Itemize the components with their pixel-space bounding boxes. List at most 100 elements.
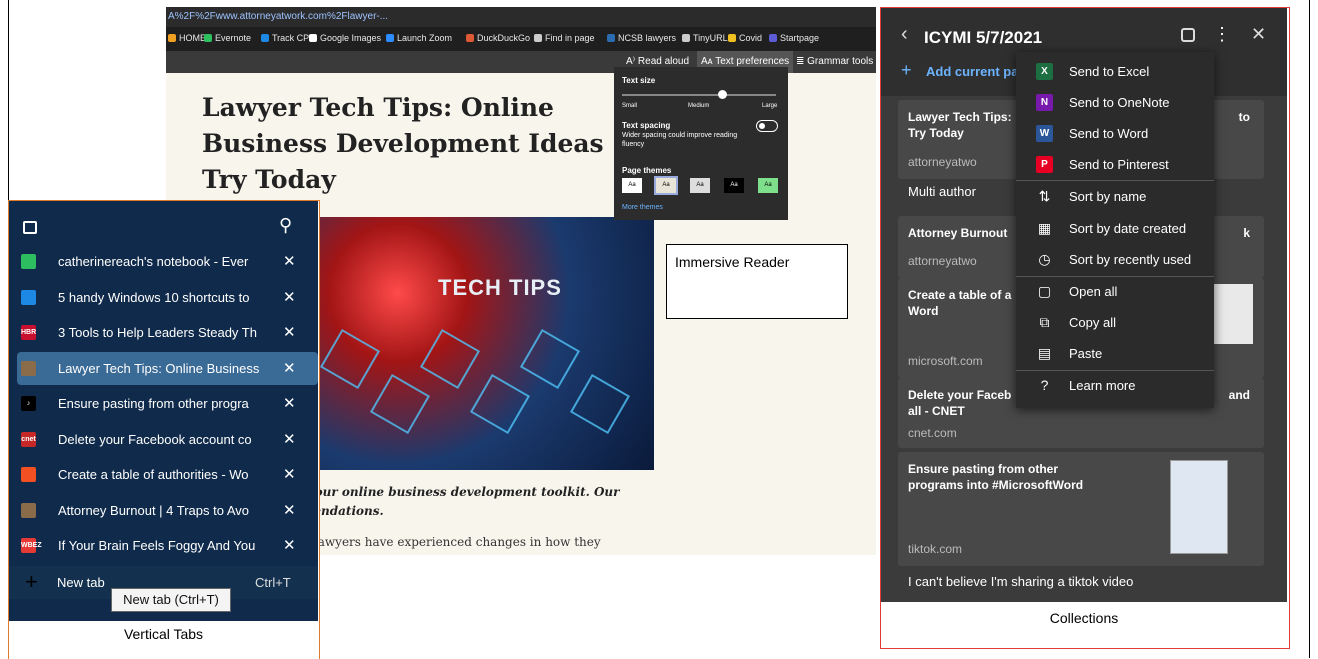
card-thumbnail xyxy=(1170,460,1228,554)
vertical-tab[interactable]: Create a table of authorities - Wo ✕ xyxy=(9,458,318,491)
favorite-item[interactable]: NCSB lawyers xyxy=(607,33,676,43)
help-icon: ? xyxy=(1040,377,1049,393)
page-themes-heading: Page themes xyxy=(622,166,672,175)
menu-item[interactable]: W Send to Word xyxy=(1016,118,1214,149)
card-source: tiktok.com xyxy=(908,542,963,556)
menu-item[interactable]: N Send to OneNote xyxy=(1016,87,1214,118)
favorite-icon xyxy=(261,34,269,42)
menu-item-label: Sort by date created xyxy=(1069,221,1187,236)
menu-item-label: Sort by name xyxy=(1069,189,1147,204)
more-themes-link[interactable]: More themes xyxy=(622,204,663,211)
favorite-item[interactable]: Covid xyxy=(728,33,762,43)
new-tab-label[interactable]: New tab xyxy=(57,575,105,590)
theme-white[interactable]: Aa xyxy=(622,178,642,193)
tab-title: Delete your Facebook account co xyxy=(58,431,252,447)
add-current-page-link[interactable]: Add current pa xyxy=(926,64,1018,79)
favorite-label: NCSB lawyers xyxy=(618,33,677,43)
menu-item-label: Open all xyxy=(1069,284,1118,299)
grammar-tools-button[interactable]: ≣ Grammar tools xyxy=(796,56,873,67)
menu-item[interactable]: ⧉ Copy all xyxy=(1016,307,1214,338)
close-tab-icon[interactable]: ✕ xyxy=(283,323,296,341)
more-options-icon[interactable]: ⋮ xyxy=(1213,24,1231,45)
vertical-tab[interactable]: cnet Delete your Facebook account co ✕ xyxy=(9,423,318,456)
vertical-tab[interactable]: HBR 3 Tools to Help Leaders Steady Th ✕ xyxy=(9,316,318,349)
theme-gray[interactable]: Aa xyxy=(690,178,710,193)
favorite-label: TinyURL xyxy=(693,33,728,43)
close-tab-icon[interactable]: ✕ xyxy=(283,465,296,483)
close-tab-icon[interactable]: ✕ xyxy=(283,430,296,448)
plus-icon[interactable]: + xyxy=(25,569,38,595)
article-lead-line-1: sh your online business development tool… xyxy=(288,485,620,499)
paste-icon: ▤ xyxy=(1037,345,1052,361)
theme-black[interactable]: Aa xyxy=(724,178,744,193)
close-tab-icon[interactable]: ✕ xyxy=(283,501,296,519)
collection-note[interactable]: Multi author xyxy=(908,184,976,199)
hex-shape xyxy=(419,328,481,390)
favorite-icon xyxy=(204,34,212,42)
card-title-line-2: programs into #MicrosoftWord xyxy=(908,478,1084,492)
vertical-tab[interactable]: WBEZ If Your Brain Feels Foggy And You ✕ xyxy=(9,529,318,562)
favorite-label: Find in page xyxy=(545,33,595,43)
calendar-icon: ▦ xyxy=(1037,220,1052,236)
theme-sepia[interactable]: Aa xyxy=(654,176,678,195)
vertical-tab[interactable]: catherinereach's notebook - Ever ✕ xyxy=(9,245,318,278)
close-tab-icon[interactable]: ✕ xyxy=(283,288,296,306)
address-text[interactable]: A%2F%2Fwww.attorneyatwork.com%2Flawyer-.… xyxy=(168,11,388,22)
favorite-item[interactable]: Evernote xyxy=(204,33,251,43)
card-source: attorneyatwo xyxy=(908,155,977,169)
close-tab-icon[interactable]: ✕ xyxy=(283,394,296,412)
card-title-tail: to xyxy=(1238,110,1250,124)
close-tab-icon[interactable]: ✕ xyxy=(283,536,296,554)
menu-item[interactable]: P Send to Pinterest xyxy=(1016,149,1214,180)
favorite-item[interactable]: Google Images xyxy=(309,33,381,43)
favorite-item[interactable]: TinyURL xyxy=(682,33,728,43)
favorite-item[interactable]: DuckDuckGo xyxy=(466,33,530,43)
clock-icon: ◷ xyxy=(1038,251,1051,267)
add-icon[interactable]: + xyxy=(901,60,912,81)
pinterest-icon: P xyxy=(1036,156,1053,173)
menu-item[interactable]: ▦ Sort by date created xyxy=(1016,213,1214,244)
favorite-item[interactable]: Launch Zoom xyxy=(386,33,452,43)
hex-shape xyxy=(469,373,531,435)
favorite-item[interactable]: Startpage xyxy=(769,33,819,43)
favorite-item[interactable]: HOME xyxy=(168,33,206,43)
menu-item-label: Send to Pinterest xyxy=(1069,157,1169,172)
tab-actions-icon[interactable] xyxy=(23,221,37,234)
pin-icon[interactable]: ⚲ xyxy=(279,215,292,236)
menu-item[interactable]: ? Learn more xyxy=(1016,370,1214,401)
add-note-icon[interactable] xyxy=(1181,28,1195,42)
article-body-line: nic, lawyers have experienced changes in… xyxy=(288,535,601,549)
tab-title: 5 handy Windows 10 shortcuts to xyxy=(58,289,250,305)
close-tab-icon[interactable]: ✕ xyxy=(283,359,296,377)
read-aloud-button[interactable]: A⁾ Read aloud xyxy=(626,56,689,67)
back-icon[interactable]: ‹ xyxy=(901,23,908,46)
menu-item[interactable]: ▢ Open all xyxy=(1016,276,1214,307)
tab-title: Ensure pasting from other progra xyxy=(58,396,249,411)
menu-item[interactable]: ▤ Paste xyxy=(1016,338,1214,369)
close-icon[interactable]: ✕ xyxy=(1251,24,1266,45)
vertical-tab[interactable]: Lawyer Tech Tips: Online Business ✕ xyxy=(17,351,318,385)
menu-item[interactable]: ⇅ Sort by name xyxy=(1016,181,1214,212)
favorite-item[interactable]: Find in page xyxy=(534,33,595,43)
vertical-tab[interactable]: Attorney Burnout | 4 Traps to Avo ✕ xyxy=(9,494,318,527)
collection-note[interactable]: I can't believe I'm sharing a tiktok vid… xyxy=(908,574,1133,589)
vertical-tab[interactable]: 5 handy Windows 10 shortcuts to ✕ xyxy=(9,281,318,314)
menu-item[interactable]: ◷ Sort by recently used xyxy=(1016,244,1214,275)
tab-favicon: cnet xyxy=(21,431,36,447)
vertical-tab[interactable]: ♪ Ensure pasting from other progra ✕ xyxy=(9,387,318,420)
address-bar[interactable]: A%2F%2Fwww.attorneyatwork.com%2Flawyer-.… xyxy=(166,7,876,27)
menu-item[interactable]: X Send to Excel xyxy=(1016,56,1214,87)
collection-card[interactable]: Ensure pasting from other programs into #… xyxy=(898,452,1264,566)
text-size-slider[interactable] xyxy=(622,94,776,96)
close-tab-icon[interactable]: ✕ xyxy=(283,252,296,270)
tab-favicon xyxy=(21,254,36,269)
vertical-tabs-panel: ⚲ catherinereach's notebook - Ever ✕ 5 han… xyxy=(9,201,318,621)
text-size-slider-knob[interactable] xyxy=(718,90,727,99)
collection-title[interactable]: ICYMI 5/7/2021 xyxy=(924,28,1042,48)
new-tab-tooltip: New tab (Ctrl+T) xyxy=(111,588,231,612)
vertical-tabs-caption: Vertical Tabs xyxy=(123,626,204,642)
theme-green[interactable]: Aa xyxy=(758,178,778,193)
card-title-tail: k xyxy=(1243,226,1250,240)
hex-shape xyxy=(519,328,581,390)
text-spacing-toggle[interactable] xyxy=(756,120,778,132)
